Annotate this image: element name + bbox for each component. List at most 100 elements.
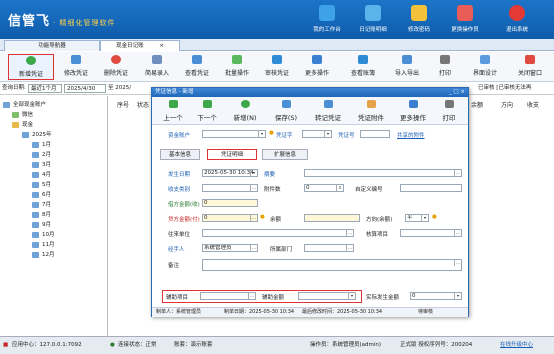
print-button[interactable]: 打印 [430,54,460,80]
tree-node-month[interactable]: 12月 [32,250,55,258]
edit-voucher-button[interactable]: 修改凭证 [56,54,96,80]
view-voucher-button[interactable]: 查看凭证 [177,54,217,80]
custom-no-label: 自定义编号 [355,187,383,193]
tree-node-month[interactable]: 8月 [32,210,51,218]
tree-root[interactable]: 全部现金账户 [3,100,46,108]
balance-label: 余额 [270,217,282,223]
more-actions-button[interactable]: 更多操作 [297,54,337,80]
next-button[interactable]: 下一个 [192,99,222,123]
credit-input[interactable]: 0… [202,214,258,222]
tab-cash-journal[interactable]: 现金日记账 × [100,40,180,51]
delete-voucher-button[interactable]: 删除凭证 [96,54,136,80]
tree-node-month[interactable]: 2月 [32,150,51,158]
tree-node-month[interactable]: 6月 [32,190,51,198]
date-input[interactable]: 2025-05-30 10:34 ▾ [202,169,258,177]
aux-amount-label: 辅助金额 [262,295,285,301]
partner-select[interactable]: … [202,229,354,237]
item-select[interactable]: … [400,229,462,237]
next-label: 下一个 [197,114,217,122]
workbench-button[interactable]: 我的工作台 [305,5,349,33]
tree-node-month[interactable]: 9月 [32,220,51,228]
voucher-word-select[interactable]: ▾ [302,130,332,138]
update-center-link[interactable]: 在线升级中心 [500,337,533,354]
debit-input[interactable]: 0 [202,199,258,207]
tree-node-month[interactable]: 7月 [32,200,51,208]
actual-amount-input[interactable]: 0 ▾ [410,292,462,300]
change-password-button[interactable]: 修改密码 [397,5,441,33]
tree-node-year[interactable]: 2025年 [22,130,52,138]
tab-voucher-detail[interactable]: 凭证明细 [207,149,257,160]
tab-basic-info[interactable]: 基本信息 [160,149,200,160]
more-icon: … [454,260,460,266]
tab-extended-info[interactable]: 扩展信息 [262,149,308,160]
tree-node-month[interactable]: 11月 [32,240,55,248]
arrow-left-icon [168,100,178,108]
prev-button[interactable]: 上一个 [158,99,188,123]
change-password-label: 修改密码 [407,27,430,33]
layout-design-button[interactable]: 界面设计 [464,54,506,80]
aux-amount-input[interactable]: ▾ [298,292,356,300]
close-window-button[interactable]: 关闭窗口 [508,54,552,80]
tree-node-label: 6月 [42,192,51,198]
voucher-no-input[interactable] [360,130,390,138]
prev-label: 上一个 [163,114,183,122]
handler-select[interactable]: 系统管理员… [202,244,258,252]
tree-node-month[interactable]: 4月 [32,170,51,178]
attach-count-input[interactable]: 0 ⇕ [304,184,344,192]
direction-select[interactable]: 平 ▾ [405,214,429,222]
transfer-icon [323,100,333,108]
tree-node-month[interactable]: 3月 [32,160,51,168]
dept-select[interactable]: … [304,244,354,252]
calendar-icon [32,231,39,238]
tree-node-label: 11月 [42,242,55,248]
aux-item-select[interactable]: … [200,292,256,300]
import-export-button[interactable]: 导入导出 [386,54,428,80]
category-label: 收支类别 [168,187,191,193]
save-button[interactable]: 保存(S) [267,99,305,123]
new-voucher-button[interactable]: 新增凭证 [8,54,54,80]
category-select[interactable]: … [202,184,258,192]
voucher-attachment-button[interactable]: 凭证附件 [352,99,390,123]
chevron-down-icon: ▾ [258,131,265,137]
calendar-icon [32,161,39,168]
journal-detail-button[interactable]: 日记账明细 [351,5,395,33]
shared-attachment-link[interactable]: 共享的附件 [397,131,425,139]
dept-label: 所属部门 [270,247,293,253]
note-input[interactable]: … [202,259,462,271]
dialog-print-button[interactable]: 打印 [436,99,462,123]
close-icon [525,55,535,64]
custom-no-input[interactable] [400,184,462,192]
tab-navigator[interactable]: 功能导航器 [4,40,100,51]
tree-node-cash[interactable]: 现金 [12,120,33,128]
tab-close-icon[interactable]: × [159,43,164,49]
date-from-input[interactable]: 2025/4/30 [64,84,106,93]
date-label: 发生日期 [168,172,191,178]
tree-node-wechat[interactable]: 微信 [12,110,33,118]
date-value: 2025-05-30 10:34 [204,170,254,176]
dialog-window-controls[interactable]: _ □ × [449,88,465,97]
close-window-label: 关闭窗口 [517,70,542,77]
transfer-voucher-label: 转记凭证 [315,114,341,122]
dialog-more-button[interactable]: 更多操作 [394,99,432,123]
summary-label: 摘要 [264,172,276,178]
dialog-new-button[interactable]: 新增(N) [226,99,264,123]
tab-detail-label: 凭证明细 [220,152,243,158]
period-select[interactable]: 最近1个月 [28,84,62,93]
audit-filter-label: 已审核 [已审核无法再 [478,85,532,91]
tree-node-month[interactable]: 10月 [32,230,55,238]
view-ledger-button[interactable]: 查看账簿 [342,54,384,80]
calendar-icon [32,201,39,208]
tree-node-month[interactable]: 5月 [32,180,51,188]
dialog-toolbar: 上一个 下一个 新增(N) 保存(S) 转记凭证 凭证附件 更多操作 打印 [152,97,468,125]
audit-voucher-button[interactable]: 审核凭证 [257,54,297,80]
import-export-label: 导入导出 [394,70,419,77]
tree-node-month[interactable]: 1月 [32,140,51,148]
summary-input[interactable]: … [304,169,462,177]
transfer-voucher-button[interactable]: 转记凭证 [309,99,347,123]
account-select[interactable]: ▾ [202,130,266,138]
quick-entry-button[interactable]: 简易录入 [137,54,177,80]
exit-button[interactable]: 退出系统 [495,5,539,33]
switch-operator-button[interactable]: 更换操作员 [443,5,487,33]
batch-button[interactable]: 批量操作 [217,54,257,80]
dialog-title: 凭证信息 - 新增 [155,89,194,95]
